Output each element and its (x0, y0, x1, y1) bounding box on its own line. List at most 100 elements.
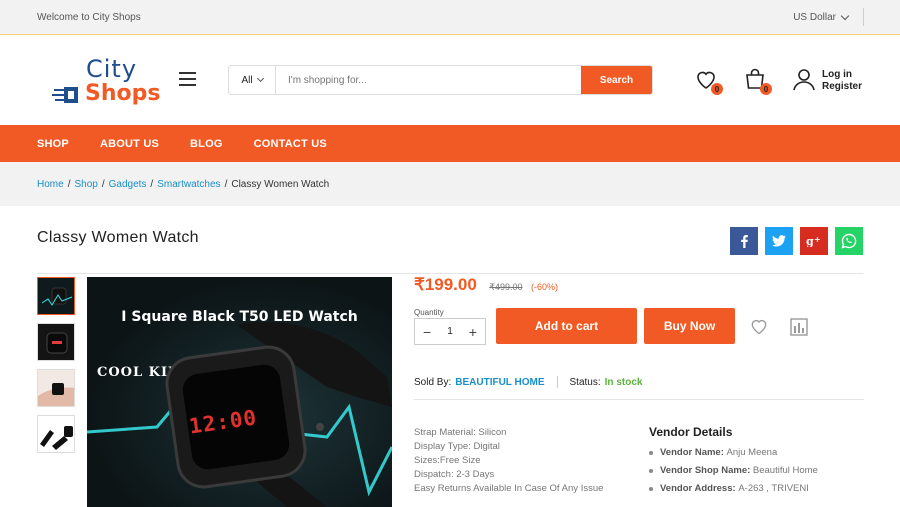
watch-thumbnail-image (38, 416, 74, 452)
site-header: City Shops All Search 0 0 Log in Regi (0, 35, 900, 125)
whatsapp-share-button[interactable] (835, 227, 863, 255)
facebook-icon (741, 235, 748, 248)
twitter-icon (772, 235, 786, 247)
divider (556, 376, 558, 388)
breadcrumb-gadgets[interactable]: Gadgets (109, 179, 147, 190)
add-to-wishlist-button[interactable] (749, 316, 769, 336)
login-register: Log in Register (822, 69, 862, 93)
user-icon (793, 69, 815, 91)
breadcrumb-separator: / (101, 178, 105, 190)
chevron-down-icon (256, 74, 264, 83)
breadcrumb-home[interactable]: Home (37, 179, 64, 190)
price-block: ₹199.00 ₹499.00 (-60%) (414, 275, 558, 295)
twitter-share-button[interactable] (765, 227, 793, 255)
heart-icon (751, 319, 767, 335)
vendor-address-row: Vendor Address: A-263 , TRIVENI (649, 483, 818, 494)
main-nav: SHOP ABOUT US BLOG CONTACT US (0, 125, 900, 162)
search-category-label: All (241, 74, 253, 86)
spec-item: Display Type: Digital (414, 441, 500, 452)
plus-icon[interactable]: + (469, 324, 477, 340)
watch-thumbnail-image (38, 370, 74, 406)
product-price: ₹199.00 (414, 275, 477, 294)
hamburger-menu-icon[interactable] (179, 72, 196, 86)
whatsapp-icon (841, 233, 857, 249)
quantity-value[interactable]: 1 (447, 326, 453, 337)
spec-item: Easy Returns Available In Case Of Any Is… (414, 483, 604, 494)
product-main-image[interactable]: I Square Black T50 LED Watch COOL KID 12… (87, 277, 392, 507)
thumbnail-4[interactable] (37, 415, 75, 453)
quantity-stepper: − 1 + (414, 318, 486, 345)
spec-item: Sizes:Free Size (414, 455, 481, 466)
svg-text:+: + (814, 235, 821, 244)
watch-thumbnail-image (38, 278, 74, 314)
product-thumbnails (37, 277, 77, 461)
page-title: Classy Women Watch (37, 229, 199, 246)
currency-selector[interactable]: US Dollar (793, 11, 850, 23)
social-share: g + (730, 227, 863, 255)
product-specs: Strap Material: Silicon Display Type: Di… (414, 426, 603, 496)
vendor-address-value: A-263 , TRIVENI (738, 483, 809, 494)
thumbnail-3[interactable] (37, 369, 75, 407)
googleplus-share-button[interactable]: g + (800, 227, 828, 255)
cart-button[interactable]: 0 (743, 67, 772, 95)
seller-status-row: Sold By: BEAUTIFUL HOME Status: In stock (414, 376, 642, 388)
breadcrumb-separator: / (150, 178, 154, 190)
watch-thumbnail-image (38, 324, 74, 360)
nav-about-us[interactable]: ABOUT US (100, 138, 159, 150)
search-button[interactable]: Search (581, 66, 652, 94)
register-link[interactable]: Register (822, 81, 862, 93)
topbar-divider (863, 8, 864, 26)
add-to-cart-button[interactable]: Add to cart (496, 308, 637, 344)
thumbnail-2[interactable] (37, 323, 75, 361)
sold-by-label: Sold By: (414, 376, 452, 388)
logo-shops-text: Shops (85, 81, 161, 106)
spec-item: Strap Material: Silicon (414, 427, 507, 438)
logo-speed-icon (52, 87, 78, 103)
breadcrumb-smartwatches[interactable]: Smartwatches (157, 179, 220, 190)
google-plus-icon: g + (806, 235, 821, 247)
product-discount: (-60%) (530, 282, 558, 292)
nav-blog[interactable]: BLOG (190, 138, 223, 150)
svg-text:g: g (806, 235, 814, 247)
compare-button[interactable] (789, 317, 809, 337)
product-title-row: Classy Women Watch g + (37, 206, 863, 274)
logo-city-text: City (86, 55, 138, 83)
divider (414, 399, 864, 400)
breadcrumb-current: Classy Women Watch (231, 178, 330, 190)
status-label: Status: (569, 376, 601, 388)
vendor-heading: Vendor Details (649, 425, 733, 439)
product-old-price: ₹499.00 (489, 282, 523, 292)
search-category-select[interactable]: All (229, 66, 276, 94)
breadcrumb-separator: / (67, 178, 71, 190)
currency-label: US Dollar (793, 11, 836, 23)
vendor-name-value: Anju Meena (726, 447, 778, 458)
spec-item: Dispatch: 2-3 Days (414, 469, 495, 480)
cart-count-badge: 0 (760, 83, 772, 95)
wishlist-button[interactable]: 0 (694, 67, 723, 95)
nav-contact-us[interactable]: CONTACT US (254, 138, 327, 150)
wishlist-count-badge: 0 (711, 83, 723, 95)
compare-icon (790, 318, 808, 336)
facebook-share-button[interactable] (730, 227, 758, 255)
nav-shop[interactable]: SHOP (37, 138, 69, 150)
search-bar: All Search (228, 65, 653, 95)
thumbnail-1[interactable] (37, 277, 75, 315)
quantity-label: Quantity (414, 308, 444, 317)
vendor-shop-value: Beautiful Home (752, 465, 818, 476)
buy-now-button[interactable]: Buy Now (644, 308, 735, 344)
site-logo[interactable]: City Shops (52, 55, 160, 111)
vendor-address-label: Vendor Address: (660, 483, 739, 494)
minus-icon[interactable]: − (423, 324, 431, 340)
breadcrumb-shop[interactable]: Shop (74, 179, 97, 190)
login-link[interactable]: Log in (822, 69, 862, 81)
sold-by-vendor-link[interactable]: BEAUTIFUL HOME (455, 377, 544, 388)
vendor-name-label: Vendor Name: (660, 447, 727, 458)
vendor-shop-label: Vendor Shop Name: (660, 465, 753, 476)
breadcrumb: Home / Shop / Gadgets / Smartwatches / C… (0, 162, 900, 206)
account-button[interactable] (792, 66, 816, 91)
vendor-name-row: Vendor Name: Anju Meena (649, 447, 818, 458)
welcome-text: Welcome to City Shops (37, 11, 141, 23)
search-input[interactable] (276, 66, 581, 94)
watch-illustration (87, 321, 392, 507)
vendor-shop-row: Vendor Shop Name: Beautiful Home (649, 465, 818, 476)
